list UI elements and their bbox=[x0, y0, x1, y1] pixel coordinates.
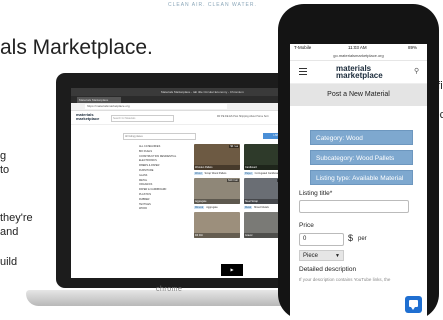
chevron-down-icon: ▼ bbox=[335, 253, 340, 259]
clock: 11:03 AM bbox=[348, 45, 367, 50]
tile-caption[interactable]: Wood Scrap Wood Pallets bbox=[194, 172, 226, 175]
phone-screen: T-Mobile 11:03 AM 89% go.materialsmarket… bbox=[290, 44, 427, 320]
tile-caption[interactable]: Metal Mixed Metals bbox=[244, 206, 269, 209]
tile-category-tag: Metal bbox=[244, 206, 253, 209]
slide-tagline: CLEAN AIR. CLEAN WATER. bbox=[168, 2, 257, 8]
site-search-input[interactable]: Search for Materials bbox=[111, 115, 174, 122]
description-label: Detailed description bbox=[299, 266, 357, 273]
tile-caption-text: Mixed Metals bbox=[254, 206, 269, 209]
description-hint: If your description contains YouTube lin… bbox=[299, 277, 391, 282]
site-logo[interactable]: materials marketplace bbox=[76, 113, 99, 121]
carrier-label: T-Mobile bbox=[294, 45, 312, 50]
laptop-screen: Materials Marketplace - tab title Circul… bbox=[71, 88, 299, 278]
tile-caption-text: Corrugated Cardboard bbox=[254, 172, 280, 175]
phone-logo-line2: marketplace bbox=[336, 71, 383, 80]
subcategory-select[interactable]: Subcategory: Wood Pallets bbox=[310, 150, 413, 165]
slide-bullet-4: to bbox=[0, 164, 10, 176]
tile-label: Wooden Pallets bbox=[194, 165, 240, 170]
slide-bullet-5: they're bbox=[0, 212, 33, 224]
slide-bullet-7: uild bbox=[0, 256, 18, 268]
tile-price: $0 / ea bbox=[229, 145, 239, 148]
window-title: Materials Marketplace - tab title Circul… bbox=[161, 90, 244, 94]
category-item[interactable]: WOOD bbox=[139, 207, 176, 212]
tile-caption-text: Scrap Wood Pallets bbox=[204, 172, 227, 175]
tile-category-tag: Wood bbox=[194, 172, 203, 175]
tile-caption[interactable]: Paper Corrugated Cardboard bbox=[244, 172, 280, 175]
tile-category-tag: Paper bbox=[244, 172, 253, 175]
slide-bullet-3: g bbox=[0, 150, 7, 162]
search-icon[interactable]: ⚲ bbox=[414, 67, 419, 75]
unit-select[interactable]: Piece ▼ bbox=[299, 250, 344, 261]
video-play-icon[interactable]: ▶ bbox=[221, 264, 243, 276]
phone-url-bar[interactable]: go.materialsmarketplace.org bbox=[290, 52, 427, 61]
listing-title-label: Listing title* bbox=[299, 190, 333, 197]
phone-mockup: T-Mobile 11:03 AM 89% go.materialsmarket… bbox=[278, 4, 439, 320]
tile-caption[interactable]: Mineral Aggregate bbox=[194, 206, 218, 209]
currency-symbol: $ bbox=[348, 233, 354, 243]
category-select[interactable]: Category: Wood bbox=[310, 130, 413, 145]
address-bar: https://materialsmarketplace.org bbox=[71, 103, 299, 111]
chrome-brand-label: chrome bbox=[156, 286, 183, 293]
tile-label: Fill Dirt bbox=[194, 233, 240, 238]
site-nav[interactable]: FR PE DE ES Post Shipping About Home Sor… bbox=[217, 115, 268, 118]
window-titlebar: Materials Marketplace - tab title Circul… bbox=[71, 88, 299, 96]
tile-label: Aggregate bbox=[194, 199, 240, 204]
listing-type-select[interactable]: Listing type: Available Material bbox=[310, 170, 413, 185]
site-header: materials marketplace Search for Material… bbox=[71, 111, 299, 125]
price-input[interactable]: 0 bbox=[299, 233, 344, 246]
unit-value: Piece bbox=[303, 253, 319, 259]
status-bar: T-Mobile 11:03 AM 89% bbox=[290, 44, 427, 52]
category-list: ALL CATEGORIES BIO FUELS CONSTRUCTION RE… bbox=[139, 145, 176, 212]
tile-caption-text: Aggregate bbox=[206, 206, 218, 209]
slide-bullet-6: and bbox=[0, 226, 19, 238]
url-field[interactable]: https://materialsmarketplace.org bbox=[85, 104, 227, 109]
laptop-mockup: Materials Marketplace - tab title Circul… bbox=[56, 73, 304, 288]
price-label: Price bbox=[299, 222, 314, 229]
browser-tabbar: Materials Marketplace bbox=[71, 96, 299, 103]
hamburger-menu-icon[interactable] bbox=[299, 66, 307, 77]
site-logo-line2: marketplace bbox=[76, 116, 100, 121]
listing-filter[interactable]: All listing places bbox=[123, 133, 196, 140]
phone-site-header: materials marketplace ⚲ bbox=[290, 61, 427, 84]
tile-price: $10 / ton bbox=[227, 179, 239, 182]
listing-tile[interactable]: Fill Dirt bbox=[194, 212, 240, 238]
battery-level: 89% bbox=[408, 45, 418, 50]
slide-headline: als Marketplace. bbox=[0, 36, 153, 59]
chat-icon[interactable] bbox=[405, 296, 422, 313]
listing-tile[interactable]: $0 / ea Wooden Pallets bbox=[194, 144, 240, 170]
listing-title-input[interactable] bbox=[299, 200, 409, 213]
page-title: Post a New Material bbox=[290, 84, 427, 106]
phone-site-logo[interactable]: materials marketplace bbox=[336, 65, 383, 80]
listing-tile[interactable]: $10 / ton Aggregate bbox=[194, 178, 240, 204]
tile-category-tag: Mineral bbox=[194, 206, 205, 209]
per-label: per bbox=[358, 236, 367, 242]
